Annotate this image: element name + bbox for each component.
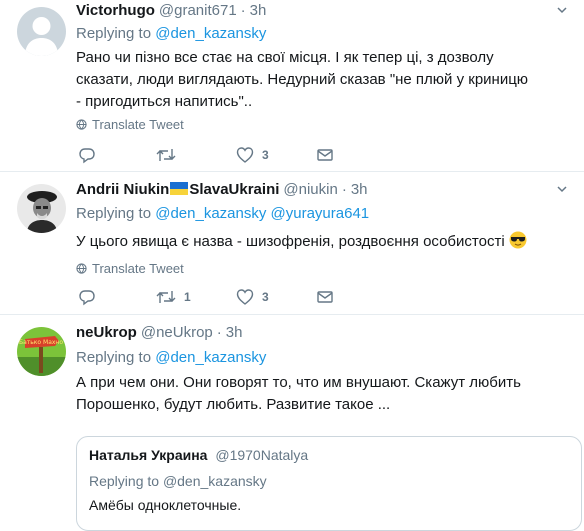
- ukraine-flag-icon: [170, 182, 189, 195]
- avatar[interactable]: [17, 184, 66, 233]
- avatar-sign-text: Батько Махно: [19, 339, 63, 346]
- reply-icon: [79, 290, 95, 306]
- retweet-button[interactable]: [156, 146, 184, 164]
- retweet-count: 1: [184, 290, 191, 304]
- reply-button[interactable]: [78, 146, 104, 164]
- envelope-icon: [317, 291, 333, 303]
- tweet-text-content: У цього явища є назва - шизофренія, розд…: [76, 233, 505, 250]
- display-name-text: Andrii Niukin: [76, 181, 170, 198]
- tweet[interactable]: Andrii Niukin SlavaUkraini @niukin · 3h Repl…: [0, 179, 584, 315]
- globe-icon: [76, 119, 87, 130]
- quoted-replying-to: Replying to @den_kazansky: [89, 473, 267, 489]
- envelope-icon: [317, 149, 333, 161]
- user-photo-icon: [17, 184, 66, 233]
- quoted-tweet-header: Наталья Украина @1970Natalya: [89, 447, 308, 463]
- tweet-header: Victorhugo @granit671 · 3h: [76, 1, 266, 21]
- retweet-icon: [156, 291, 176, 303]
- like-button[interactable]: 3: [236, 288, 269, 306]
- user-handle[interactable]: @niukin: [283, 181, 337, 198]
- tweet-header: neUkrop @neUkrop · 3h: [76, 323, 242, 343]
- tweet-actions: 3: [76, 146, 346, 166]
- like-count: 3: [262, 148, 269, 162]
- road-sign-avatar-icon: Батько Махно: [17, 327, 66, 376]
- quoted-mention: @den_kazansky: [162, 473, 267, 489]
- tweet[interactable]: Victorhugo @granit671 · 3h Replying to @den…: [0, 0, 584, 172]
- quoted-tweet-text: Амёбы одноклеточные.: [89, 497, 242, 513]
- replying-to: Replying to @den_kazansky: [76, 348, 266, 368]
- separator-dot: ·: [216, 324, 222, 341]
- message-button[interactable]: [316, 288, 334, 306]
- replying-to-label: Replying to: [76, 25, 152, 42]
- tweet-header: Andrii Niukin SlavaUkraini @niukin · 3h: [76, 180, 368, 200]
- sunglasses-emoji-icon: [509, 231, 527, 249]
- tweet-text: Рано чи пізно все стає на свої місця. І …: [76, 49, 529, 110]
- replying-to-label: Replying to: [76, 349, 152, 366]
- translate-label: Translate Tweet: [92, 261, 184, 276]
- separator-dot: ·: [240, 2, 246, 19]
- replying-to: Replying to @den_kazansky @yurayura641: [76, 204, 369, 224]
- avatar[interactable]: [17, 7, 66, 56]
- tweet-feed: Victorhugo @granit671 · 3h Replying to @den…: [0, 0, 584, 531]
- reply-button[interactable]: [78, 288, 104, 306]
- tweet[interactable]: Батько Махно neUkrop @neUkrop · 3h Replying…: [0, 322, 584, 531]
- translate-label: Translate Tweet: [92, 117, 184, 132]
- mention-link[interactable]: @den_kazansky: [155, 205, 266, 222]
- tweet-text: У цього явища є назва - шизофренія, розд…: [76, 231, 556, 253]
- timestamp[interactable]: 3h: [226, 324, 243, 341]
- user-handle[interactable]: @granit671: [159, 2, 237, 19]
- replying-to: Replying to @den_kazansky: [76, 24, 266, 44]
- translate-tweet[interactable]: Translate Tweet: [76, 117, 184, 132]
- like-count: 3: [262, 290, 269, 304]
- mention-link[interactable]: @den_kazansky: [155, 25, 266, 42]
- replying-to-label: Replying to: [76, 205, 152, 222]
- tweet-actions: 1 3: [76, 288, 346, 308]
- tweet-text: А при чем они. Они говорят то, что им вн…: [76, 374, 521, 413]
- translate-tweet[interactable]: Translate Tweet: [76, 261, 184, 276]
- timestamp[interactable]: 3h: [351, 181, 368, 198]
- message-button[interactable]: [316, 146, 334, 164]
- chevron-down-icon[interactable]: [556, 4, 568, 16]
- separator-dot: ·: [341, 181, 347, 198]
- quoted-display-name: Наталья Украина: [89, 447, 208, 463]
- quoted-replying-label: Replying to: [89, 473, 160, 489]
- quoted-tweet[interactable]: Наталья Украина @1970Natalya Replying to…: [76, 436, 582, 531]
- display-name[interactable]: neUkrop: [76, 324, 137, 341]
- timestamp[interactable]: 3h: [250, 2, 267, 19]
- mention-link[interactable]: @den_kazansky: [155, 349, 266, 366]
- globe-icon: [76, 263, 87, 274]
- default-avatar-icon: [17, 7, 66, 56]
- retweet-button[interactable]: 1: [156, 288, 191, 306]
- heart-icon: [236, 147, 254, 163]
- display-name[interactable]: Andrii Niukin SlavaUkraini: [76, 181, 279, 198]
- chevron-down-icon[interactable]: [556, 183, 568, 195]
- quoted-user-handle: @1970Natalya: [215, 447, 309, 463]
- retweet-icon: [156, 149, 176, 161]
- heart-icon: [236, 289, 254, 305]
- avatar[interactable]: Батько Махно: [17, 327, 66, 376]
- reply-icon: [79, 148, 95, 164]
- like-button[interactable]: 3: [236, 146, 269, 164]
- display-name-suffix: SlavaUkraini: [189, 181, 280, 198]
- mention-link[interactable]: @yurayura641: [271, 205, 370, 222]
- user-handle[interactable]: @neUkrop: [141, 324, 213, 341]
- display-name[interactable]: Victorhugo: [76, 2, 155, 19]
